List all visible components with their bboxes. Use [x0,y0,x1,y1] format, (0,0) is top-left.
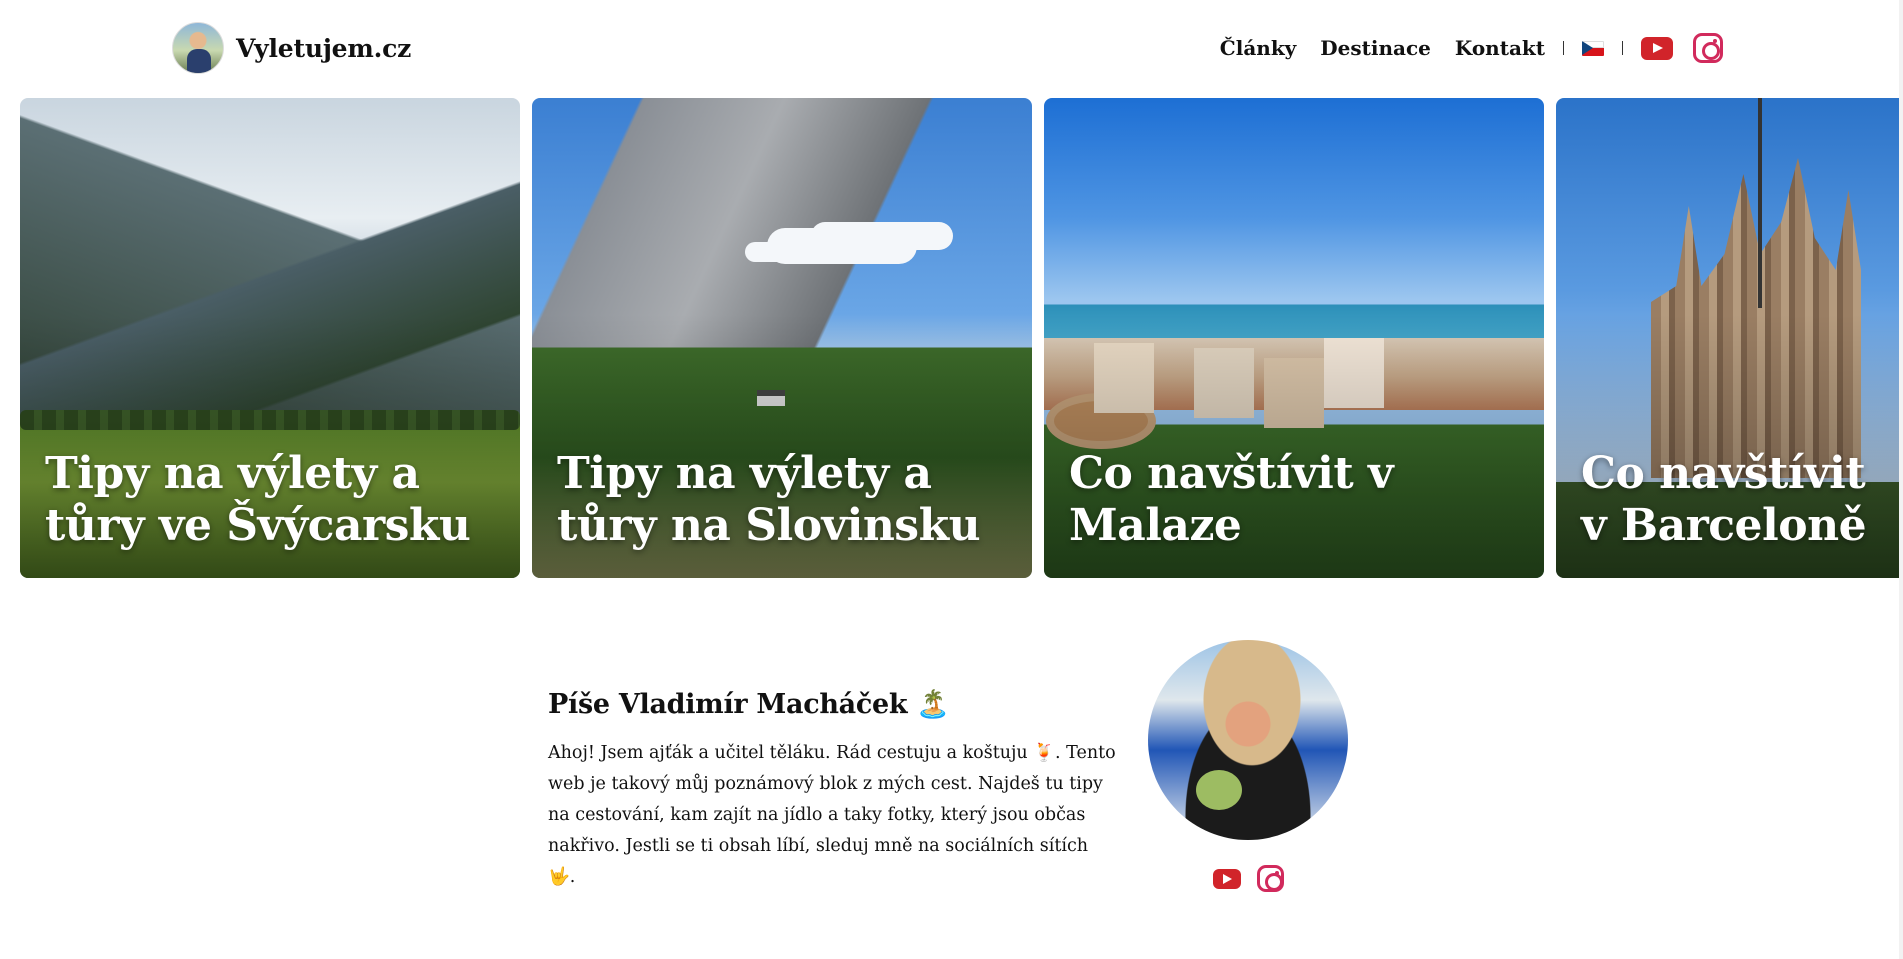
article-card-switzerland[interactable]: Tipy na výlety a tůry ve Švýcarsku [20,98,520,578]
author-description: Ahoj! Jsem ajťák a učitel těláku. Rád ce… [548,743,1116,887]
nav-divider [1622,41,1623,55]
article-carousel: Tipy na výlety a tůry ve Švýcarsku Tipy … [20,98,1903,578]
author-photo [1148,640,1348,840]
author-social-links [1213,865,1284,896]
instagram-icon [1257,865,1284,892]
site-logo-link[interactable]: Vyletujem.cz [172,22,411,74]
youtube-icon [1213,868,1241,889]
site-header: Vyletujem.cz Články Destinace Kontakt [0,0,1903,98]
nav-item-kontakt[interactable]: Kontakt [1455,36,1545,60]
card-title: Co navštívit v Malaze [1069,448,1394,551]
author-bio: Píše Vladimír Macháček 🏝️ Ahoj! Jsem ajť… [548,688,1118,893]
czech-flag-icon [1582,40,1604,56]
page-scrollbar[interactable] [1899,0,1903,959]
youtube-icon [1641,36,1673,60]
author-section: Píše Vladimír Macháček 🏝️ Ahoj! Jsem ajť… [548,640,1348,900]
card-title: Co navštívit v Barceloně [1581,448,1867,551]
site-name: Vyletujem.cz [236,33,412,63]
card-title: Tipy na výlety a tůry ve Švýcarsku [45,448,471,551]
author-avatar [172,22,224,74]
author-heading: Píše Vladimír Macháček 🏝️ [548,689,950,720]
nav-item-destinace[interactable]: Destinace [1320,36,1431,60]
article-card-slovenia[interactable]: Tipy na výlety a tůry na Slovinsku [532,98,1032,578]
article-card-barcelona[interactable]: Co navštívit v Barceloně [1556,98,1903,578]
author-youtube-link[interactable] [1213,868,1241,893]
youtube-link[interactable] [1641,36,1673,60]
main-nav: Články Destinace Kontakt [1196,30,1723,66]
article-card-malaga[interactable]: Co navštívit v Malaze [1044,98,1544,578]
instagram-link[interactable] [1693,33,1723,63]
card-title: Tipy na výlety a tůry na Slovinsku [557,448,981,551]
nav-divider [1563,41,1564,55]
instagram-icon [1693,33,1723,63]
author-instagram-link[interactable] [1257,865,1284,896]
language-switcher[interactable] [1582,40,1604,56]
nav-item-clanky[interactable]: Články [1220,36,1297,60]
